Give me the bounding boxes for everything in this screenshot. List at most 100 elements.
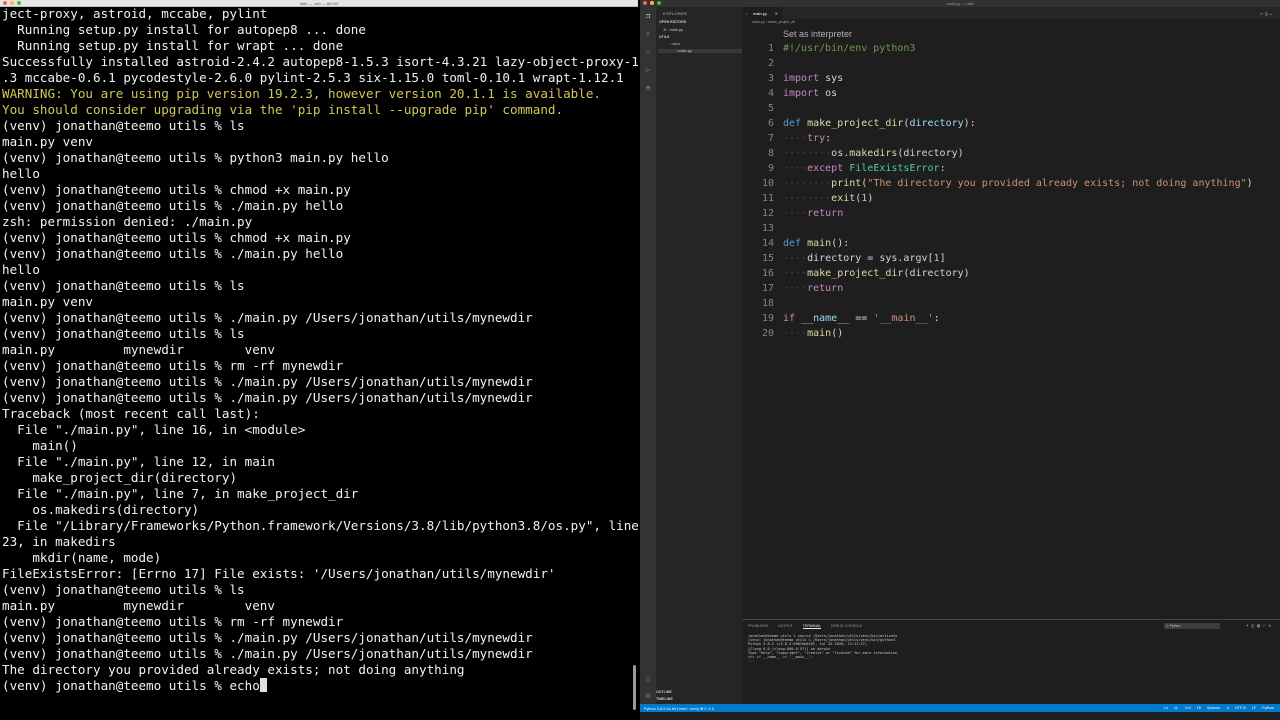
terminal-line: WARNING: You are using pip version 19.2.… [2, 86, 601, 101]
utils-folder-section[interactable]: UTILS [659, 35, 669, 39]
code-line[interactable]: 10 ········print("The directory you provi… [740, 176, 1280, 191]
code-line[interactable]: 20 ····main() [740, 326, 1280, 341]
more-actions-icon[interactable]: … [1270, 11, 1274, 16]
terminal-window[interactable]: utils — -zsh — 80×43 ject-proxy, astroid… [0, 0, 638, 720]
terminal-prompt-line[interactable]: (venv) jonathan@teemo utils % echo [2, 678, 634, 694]
tree-item-main-py[interactable]: ▪ main.py [658, 49, 742, 53]
line-number: 4 [767, 88, 774, 99]
terminal-output[interactable]: ject-proxy, astroid, mccabe, pylint Runn… [2, 6, 638, 694]
open-editor-main-py[interactable]: ✕ ▪ main.py [663, 27, 683, 32]
terminal-line: main.py venv [2, 134, 93, 149]
code-token: sys [819, 73, 844, 84]
tab-problems[interactable]: PROBLEMS [748, 624, 768, 629]
code-line[interactable]: 18 [740, 296, 1280, 311]
terminal-line: (venv) jonathan@teemo utils % python3 ma… [2, 150, 389, 165]
breadcrumb[interactable]: main.py › make_project_dir [742, 19, 1280, 26]
code-line[interactable]: 4 import os [740, 86, 1280, 101]
explorer-icon[interactable]: ❐ [644, 12, 652, 20]
terminal-line: main.py mynewdir venv [2, 342, 275, 357]
line-number: 8 [767, 148, 774, 159]
code-line[interactable]: 6 def make_project_dir(directory): [740, 116, 1280, 131]
source-control-icon[interactable]: ⑂ [644, 48, 652, 56]
code-line[interactable]: 14 def main(): [740, 236, 1280, 251]
code-token: ········ [783, 193, 832, 204]
tab-output[interactable]: OUTPUT [778, 624, 793, 629]
vscode-title: main.py — utils [946, 1, 974, 6]
terminal-line: (venv) jonathan@teemo utils % rm -rf myn… [2, 614, 344, 629]
status-interpreter[interactable]: Python 3.8.5 64-bit ('venv': venv) ⊗ 0 ⚠… [644, 706, 714, 711]
terminal-scrollbar[interactable] [633, 665, 636, 710]
terminal-line: (venv) jonathan@teemo utils % ls [2, 118, 245, 133]
terminal-line: zsh: permission denied: ./main.py [2, 214, 253, 229]
run-debug-icon[interactable]: ▷ [644, 66, 652, 74]
code-token: FileExistsError [849, 163, 940, 174]
vscode-titlebar[interactable]: main.py — utils [640, 0, 1280, 7]
code-line[interactable]: 5 [740, 101, 1280, 116]
code-line[interactable]: 2 [740, 56, 1280, 71]
code-token: return [807, 283, 844, 294]
close-icon[interactable]: ✕ [1268, 624, 1274, 629]
line-number: 18 [761, 298, 774, 309]
code-token: make_project_dir [807, 268, 904, 279]
terminal-line: os.makedirs(directory) [2, 502, 200, 517]
terminal-line: (venv) jonathan@teemo utils % chmod +x m… [2, 230, 351, 245]
terminal-line: File "./main.py", line 7, in make_projec… [2, 486, 359, 501]
tab-main-py[interactable]: ▪ main.py ✕ [742, 7, 782, 19]
status-cursor-info[interactable]: Ln 11, Col 16 Spaces: 4 UTF-8 LF Python [1164, 706, 1274, 710]
tab-debug-console[interactable]: DEBUG CONSOLE [831, 624, 862, 629]
editor-tab-bar: ▪ main.py ✕ ▷◫… [742, 7, 1280, 19]
terminal-line: Traceback (most recent call last): [2, 406, 260, 421]
code-line[interactable]: 17 ····return [740, 281, 1280, 296]
outline-section[interactable]: OUTLINE [656, 690, 672, 694]
activity-bar: ❐ ⌕ ⑂ ▷ ⊞ ◯ ⚙ [640, 7, 656, 704]
extensions-icon[interactable]: ⊞ [644, 84, 652, 92]
code-line[interactable]: 8 ········os.makedirs(directory) [740, 146, 1280, 161]
code-line[interactable]: 9 ····except FileExistsError: [740, 161, 1280, 176]
open-editors-section[interactable]: OPEN EDITORS [659, 20, 686, 24]
code-line[interactable]: 19 if __name__ == '__main__': [740, 311, 1280, 326]
code-line[interactable]: 1 #!/usr/bin/env python3 [740, 41, 1280, 56]
code-line[interactable]: 15 ····directory = sys.argv[1] [740, 251, 1280, 266]
timeline-section[interactable]: TIMELINE [656, 697, 673, 701]
code-line[interactable]: 11 ········exit(1) [740, 191, 1280, 206]
tab-terminal[interactable]: TERMINAL [802, 624, 821, 629]
search-icon[interactable]: ⌕ [644, 30, 652, 38]
terminal-line: File "./main.py", line 12, in main [2, 454, 275, 469]
code-token: os [819, 88, 838, 99]
line-number: 7 [767, 133, 774, 144]
codelens-set-interpreter[interactable]: Set as interpreter [783, 29, 852, 39]
python-file-icon: ▪ [746, 11, 748, 16]
line-number: 16 [761, 268, 774, 279]
line-number: 11 [761, 193, 774, 204]
line-number: 12 [761, 208, 774, 219]
terminal-line: (venv) jonathan@teemo utils % chmod +x m… [2, 182, 351, 197]
code-line[interactable]: 16 ····make_project_dir(directory) [740, 266, 1280, 281]
code-token: if [783, 313, 796, 324]
code-token: : [933, 313, 940, 324]
code-token: == [849, 313, 874, 324]
tree-item-venv[interactable]: › venv [670, 42, 680, 46]
terminal-line: .3 mccabe-0.6.1 pycodestyle-2.6.0 pylint… [2, 70, 624, 85]
terminal-line: You should consider upgrading via the 'p… [2, 102, 564, 117]
terminal-line: (venv) jonathan@teemo utils % ls [2, 582, 245, 597]
terminal-line: ject-proxy, astroid, mccabe, pylint [2, 6, 268, 21]
code-line[interactable]: 12 ····return [740, 206, 1280, 221]
line-number: 3 [767, 73, 774, 84]
terminal-command-input[interactable]: echo [229, 678, 259, 693]
code-line[interactable]: 13 [740, 221, 1280, 236]
panel-actions: +◫▥˄✕ [1246, 623, 1274, 629]
gear-icon[interactable]: ⚙ [644, 692, 652, 700]
integrated-terminal-output[interactable]: jonathan@teemo utils % source /Users/jon… [748, 634, 899, 663]
account-icon[interactable]: ◯ [644, 675, 652, 683]
code-token: try [807, 133, 826, 144]
code-token: ) [867, 193, 874, 204]
code-token: ···· [783, 163, 808, 174]
terminal-line: FileExistsError: [Errno 17] File exists:… [2, 566, 556, 581]
code-token: except [807, 163, 844, 174]
terminal-line: (venv) jonathan@teemo utils % ./main.py … [2, 198, 344, 213]
code-line[interactable]: 3 import sys [740, 71, 1280, 86]
terminal-select[interactable]: 1: Python [1164, 623, 1220, 629]
close-icon[interactable]: ✕ [775, 11, 778, 16]
code-editor[interactable]: 1 #!/usr/bin/env python3 2 3 import sys 4 impo… [740, 41, 1280, 341]
code-line[interactable]: 7 ····try: [740, 131, 1280, 146]
